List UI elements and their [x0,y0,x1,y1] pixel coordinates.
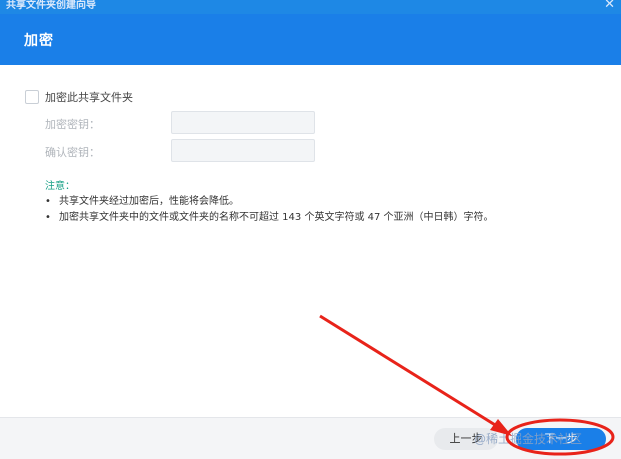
watermark: @稀土掘金技术社区 [474,432,583,446]
page-title: 加密 [24,33,54,49]
note-item: • 共享文件夹经过加密后，性能将会降低。 [45,192,239,207]
encrypt-checkbox[interactable] [25,90,39,104]
wizard-content: 加密此共享文件夹 加密密钥： 确认密钥： 注意： • 共享文件夹经过加密后，性能将… [0,65,621,417]
note-text: 加密共享文件夹中的文件或文件夹的名称不可超过 143 个英文字符或 47 个亚洲… [59,212,494,223]
encryption-key-input[interactable] [171,111,315,134]
title-bar: 共享文件夹创建向导 ✕ [0,0,621,14]
encrypt-checkbox-label[interactable]: 加密此共享文件夹 [45,89,133,105]
note-title: 注意： [45,181,75,192]
wizard-header: 加密 [0,14,621,65]
window-title: 共享文件夹创建向导 [6,0,96,11]
confirm-key-input[interactable] [171,139,315,162]
confirm-key-label: 确认密钥： [45,146,100,159]
note-item: • 加密共享文件夹中的文件或文件夹的名称不可超过 143 个英文字符或 47 个亚… [45,208,494,223]
bullet-icon: • [45,212,51,223]
bullet-icon: • [45,196,51,207]
note-text: 共享文件夹经过加密后，性能将会降低。 [59,196,239,207]
close-icon[interactable]: ✕ [604,0,615,12]
encryption-key-label: 加密密钥： [45,118,100,131]
wizard-footer: 上一步 下一步 @稀土掘金技术社区 [0,417,621,459]
